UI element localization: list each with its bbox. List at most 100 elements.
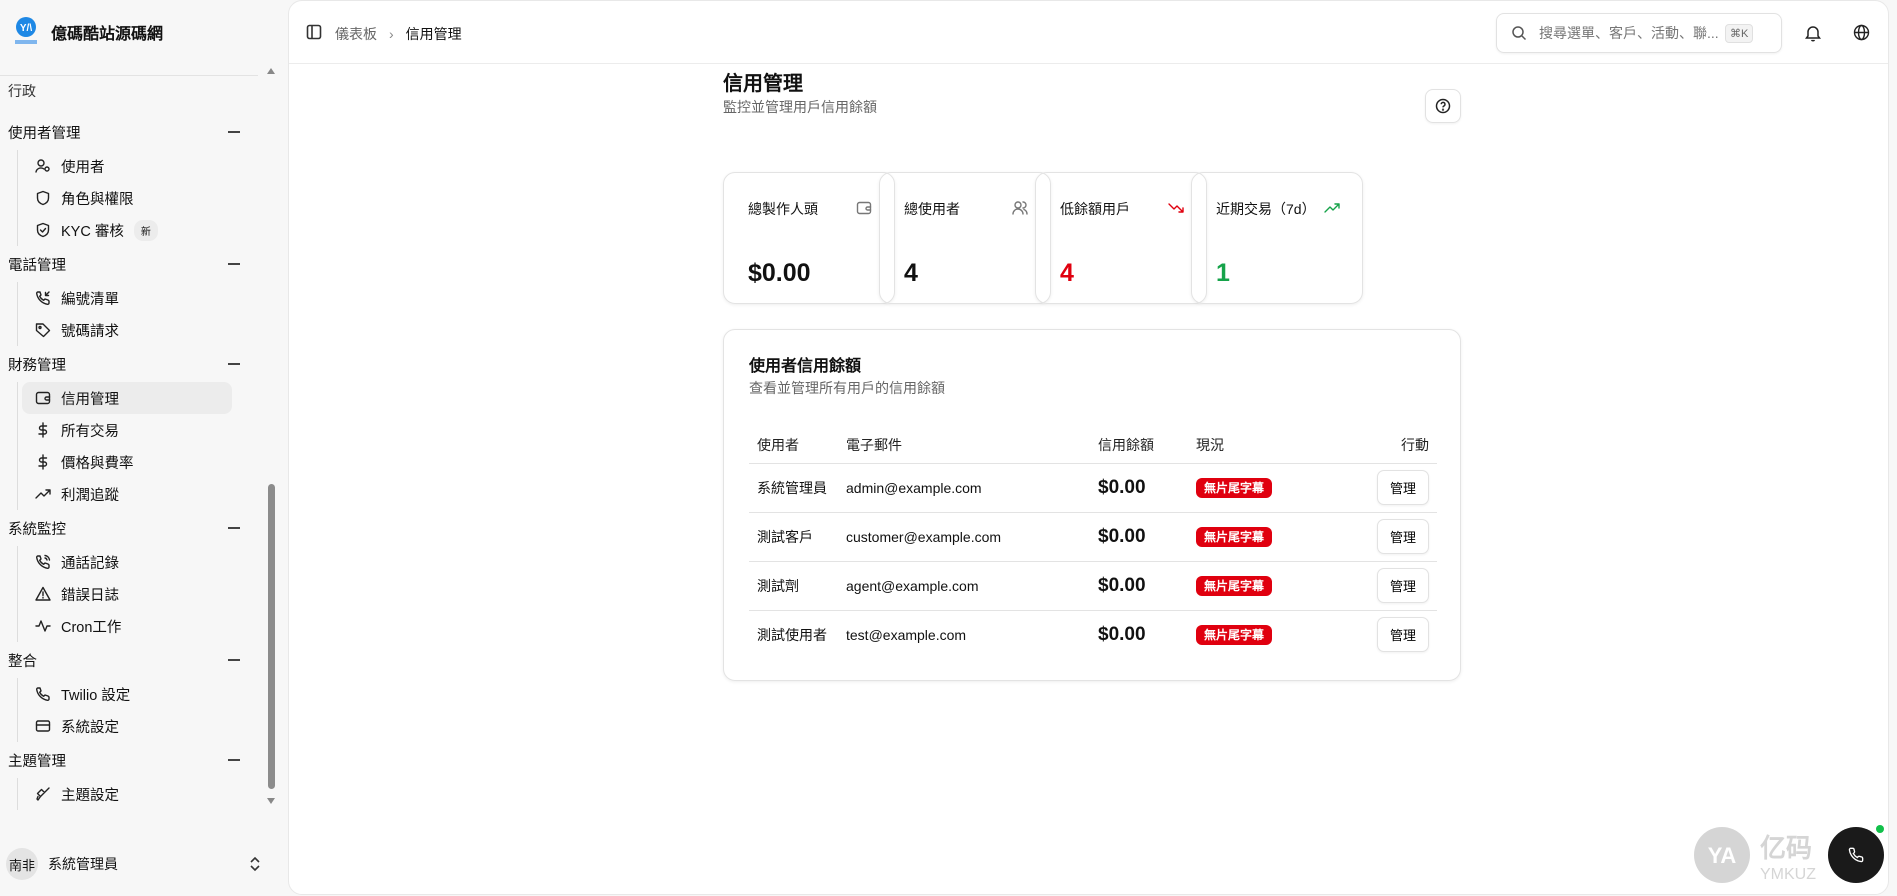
cell-balance: $0.00 <box>1098 463 1196 513</box>
phone-incoming-icon <box>35 290 61 306</box>
sidebar-item-label: KYC 審核 <box>61 223 124 240</box>
sidebar-scrollbar[interactable] <box>266 68 276 804</box>
nav-group-header[interactable]: 電話管理 <box>0 246 262 282</box>
sidebar-item[interactable]: 所有交易 <box>22 414 232 446</box>
search-input[interactable] <box>1539 25 1719 41</box>
collapse-icon[interactable] <box>228 131 240 133</box>
sidebar-item[interactable]: 號碼請求 <box>22 314 232 346</box>
sidebar-item-label: Cron工作 <box>61 619 122 636</box>
search-box[interactable]: ⌘K <box>1496 13 1782 53</box>
nav-group-header[interactable]: 系統監控 <box>0 510 262 546</box>
globe-icon[interactable] <box>1853 24 1870 41</box>
alert-triangle-icon <box>35 586 61 602</box>
stat-card: 近期交易（7d） 1 <box>1191 172 1363 304</box>
manage-button[interactable]: 管理 <box>1376 519 1429 554</box>
stat-label: 近期交易（7d） <box>1216 201 1316 217</box>
stat-label: 低餘額用戶 <box>1060 201 1130 217</box>
brand-logo: Y/\ <box>12 16 40 48</box>
stat-value: 1 <box>1216 259 1230 287</box>
collapse-icon[interactable] <box>228 759 240 761</box>
cell-email: agent@example.com <box>846 561 1098 611</box>
manage-button[interactable]: 管理 <box>1376 470 1429 505</box>
cell-user: 系統管理員 <box>749 463 846 513</box>
sidebar: Y/\ 億碼酷站源碼網 行政 使用者管理 使用者 角色與權限 KYC 審核新電話管理編… <box>0 0 288 896</box>
online-status-dot <box>1876 825 1884 833</box>
manage-button[interactable]: 管理 <box>1376 617 1429 653</box>
nav-group-header[interactable]: 財務管理 <box>0 346 262 382</box>
sidebar-item[interactable]: 系統設定 <box>22 710 232 742</box>
status-badge: 無片尾字幕 <box>1196 625 1273 646</box>
cell-email: admin@example.com <box>846 463 1098 513</box>
sidebar-item[interactable]: Twilio 設定 <box>22 678 232 710</box>
collapse-icon[interactable] <box>228 527 240 529</box>
collapse-icon[interactable] <box>228 263 240 265</box>
activity-icon <box>35 618 61 634</box>
stat-value: 4 <box>1060 259 1074 287</box>
sidebar-item-label: 編號清單 <box>61 291 119 308</box>
status-badge: 無片尾字幕 <box>1196 576 1273 596</box>
nav-group-items: 編號清單號碼請求 <box>17 282 262 346</box>
scroll-thumb[interactable] <box>268 484 275 789</box>
nav-group-header[interactable]: 使用者管理 <box>0 114 262 150</box>
collapse-icon[interactable] <box>228 659 240 661</box>
new-badge: 新 <box>133 219 158 241</box>
wallet-icon <box>856 200 872 216</box>
manage-button[interactable]: 管理 <box>1376 568 1429 603</box>
search-icon <box>1511 25 1527 41</box>
col-user: 使用者 <box>749 428 846 464</box>
call-button[interactable] <box>1828 827 1884 883</box>
sidebar-item[interactable]: KYC 審核新 <box>22 214 232 246</box>
sidebar-item-label: 主題設定 <box>61 787 119 804</box>
top-header: 儀表板 › 信用管理 ⌘K <box>289 1 1888 64</box>
nav-group-label: 電話管理 <box>8 257 66 274</box>
svg-text:亿码: 亿码 <box>1760 834 1812 864</box>
table-row: 測試客戶 customer@example.com $0.00 無片尾字幕 管理 <box>749 512 1437 562</box>
sidebar-item[interactable]: 主題設定 <box>22 778 232 810</box>
sidebar-item[interactable]: 價格與費率 <box>22 446 232 478</box>
sidebar-item-label: 信用管理 <box>61 391 119 408</box>
bell-icon[interactable] <box>1805 24 1821 42</box>
nav-group-items: 信用管理所有交易價格與費率利潤追蹤 <box>17 382 262 510</box>
sidebar-item-label: Twilio 設定 <box>61 687 131 704</box>
cell-user: 測試劑 <box>749 561 846 611</box>
collapse-icon[interactable] <box>228 363 240 365</box>
help-circle-icon <box>1435 98 1451 114</box>
trending-up-icon <box>1324 200 1340 216</box>
shield-check-icon <box>35 222 61 238</box>
help-button[interactable] <box>1425 89 1461 123</box>
sidebar-item-label: 系統設定 <box>61 719 119 736</box>
nav-group-header[interactable]: 主題管理 <box>0 742 262 778</box>
sidebar-item[interactable]: 編號清單 <box>22 282 232 314</box>
sidebar-item-label: 使用者 <box>61 159 105 176</box>
nav-group-header[interactable]: 整合 <box>0 642 262 678</box>
dollar-icon <box>35 454 61 470</box>
stat-card: 總製作人頭 $0.00 <box>723 172 895 304</box>
sidebar-item[interactable]: 錯誤日誌 <box>22 578 232 610</box>
sidebar-item[interactable]: 利潤追蹤 <box>22 478 232 510</box>
scroll-down-arrow[interactable] <box>267 798 275 804</box>
phone-icon <box>35 686 61 702</box>
stat-label: 總製作人頭 <box>748 201 818 217</box>
paintbrush-icon <box>35 786 61 802</box>
sidebar-item[interactable]: 信用管理 <box>22 382 232 414</box>
dollar-icon <box>35 422 61 438</box>
chevron-right-icon: › <box>389 26 394 42</box>
sidebar-item-label: 所有交易 <box>61 423 119 440</box>
sidebar-item[interactable]: Cron工作 <box>22 610 232 642</box>
sidebar-toggle-icon[interactable] <box>306 24 322 40</box>
table-row: 系統管理員 admin@example.com $0.00 無片尾字幕 管理 <box>749 463 1437 513</box>
sidebar-item[interactable]: 角色與權限 <box>22 182 232 214</box>
sidebar-item-label: 利潤追蹤 <box>61 487 119 504</box>
scroll-up-arrow[interactable] <box>267 68 275 74</box>
sidebar-item[interactable]: 通話記錄 <box>22 546 232 578</box>
stat-value: 4 <box>904 259 918 287</box>
cell-balance: $0.00 <box>1098 623 1146 645</box>
cell-user: 測試使用者 <box>757 626 827 643</box>
credit-balance-table-card: 使用者信用餘額 查看並管理所有用戶的信用餘額 使用者 電子郵件 信用餘額 現況 … <box>723 329 1461 681</box>
section-label: 行政 <box>8 83 36 99</box>
cell-balance: $0.00 <box>1098 512 1196 562</box>
breadcrumb-dashboard[interactable]: 儀表板 <box>335 24 377 44</box>
user-menu[interactable]: 南非 系統管理員 <box>6 847 268 881</box>
phone-icon <box>1848 847 1864 863</box>
sidebar-item[interactable]: 使用者 <box>22 150 232 182</box>
